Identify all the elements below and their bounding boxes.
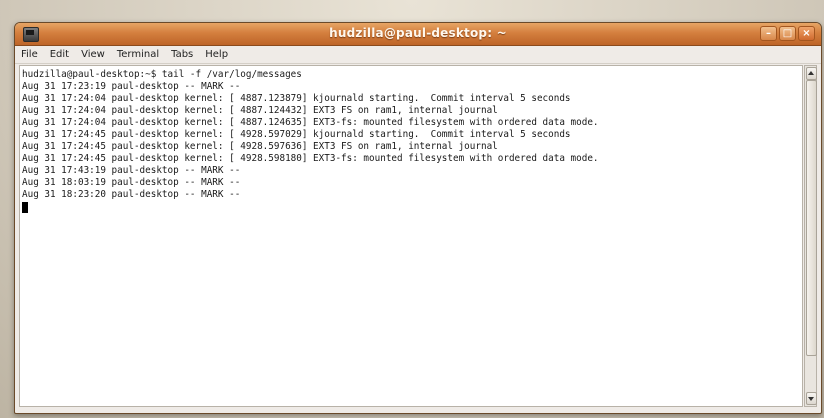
terminal-line: Aug 31 17:24:45 paul-desktop kernel: [ 4… xyxy=(22,153,599,164)
minimize-icon: – xyxy=(766,28,771,39)
terminal-cursor-line xyxy=(22,201,599,213)
terminal-line: Aug 31 17:24:04 paul-desktop kernel: [ 4… xyxy=(22,105,498,116)
terminal-line: Aug 31 18:03:19 paul-desktop -- MARK -- xyxy=(22,177,241,188)
close-button[interactable]: × xyxy=(798,26,815,41)
menu-tabs[interactable]: Tabs xyxy=(171,49,193,60)
terminal-line: Aug 31 17:24:04 paul-desktop kernel: [ 4… xyxy=(22,93,571,104)
terminal-line: Aug 31 17:23:19 paul-desktop -- MARK -- xyxy=(22,81,241,92)
window-titlebar[interactable]: hudzilla@paul-desktop: ~ – □ × xyxy=(15,23,821,46)
minimize-button[interactable]: – xyxy=(760,26,777,41)
maximize-icon: □ xyxy=(782,28,793,39)
menu-file[interactable]: File xyxy=(21,49,38,60)
menu-bar: File Edit View Terminal Tabs Help xyxy=(15,46,821,64)
scrollbar-thumb[interactable] xyxy=(806,80,817,356)
maximize-button[interactable]: □ xyxy=(779,26,796,41)
terminal-text: hudzilla@paul-desktop:~$ tail -f /var/lo… xyxy=(22,69,599,213)
menu-help[interactable]: Help xyxy=(205,49,228,60)
scroll-down-icon[interactable] xyxy=(806,392,817,405)
scroll-up-icon[interactable] xyxy=(806,67,817,80)
vertical-scrollbar[interactable] xyxy=(804,65,817,407)
menu-edit[interactable]: Edit xyxy=(50,49,69,60)
window-title: hudzilla@paul-desktop: ~ xyxy=(329,26,507,40)
text-cursor xyxy=(22,202,28,213)
terminal-line: Aug 31 18:23:20 paul-desktop -- MARK -- xyxy=(22,189,241,200)
terminal-line: Aug 31 17:24:04 paul-desktop kernel: [ 4… xyxy=(22,117,599,128)
terminal-line: Aug 31 17:24:45 paul-desktop kernel: [ 4… xyxy=(22,129,571,140)
window-controls: – □ × xyxy=(760,26,815,42)
terminal-line: Aug 31 17:24:45 paul-desktop kernel: [ 4… xyxy=(22,141,498,152)
terminal-prompt-line: hudzilla@paul-desktop:~$ tail -f /var/lo… xyxy=(22,69,302,80)
terminal-output[interactable]: hudzilla@paul-desktop:~$ tail -f /var/lo… xyxy=(19,65,803,407)
terminal-line: Aug 31 17:43:19 paul-desktop -- MARK -- xyxy=(22,165,241,176)
terminal-window: hudzilla@paul-desktop: ~ – □ × File Edit… xyxy=(14,22,822,414)
menu-terminal[interactable]: Terminal xyxy=(117,49,159,60)
menu-view[interactable]: View xyxy=(81,49,105,60)
close-icon: × xyxy=(802,28,811,39)
